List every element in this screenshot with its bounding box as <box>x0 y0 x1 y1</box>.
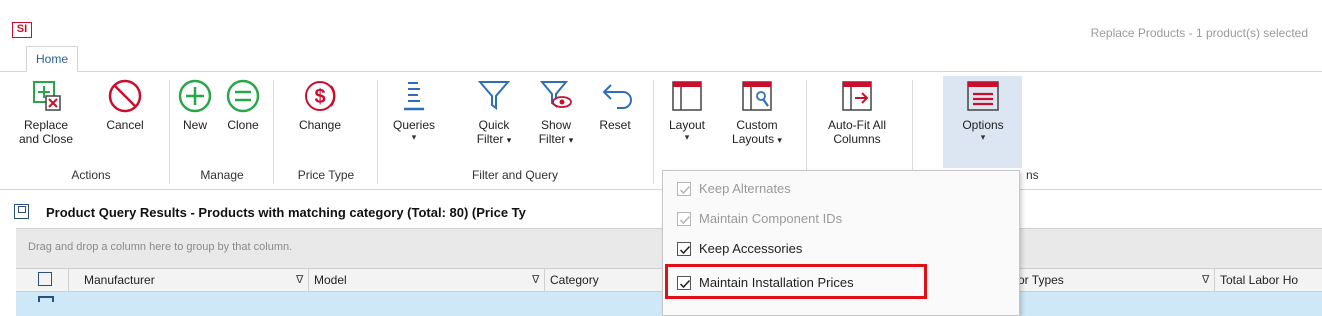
quick-filter-dropdown-icon: ▾ <box>506 135 512 145</box>
window-title: Replace Products - 1 product(s) selected <box>1090 26 1308 40</box>
menu-item-keep-accessories[interactable]: Keep Accessories <box>663 235 1021 263</box>
ribbon-separator <box>169 80 170 184</box>
queries-label: Queries <box>392 118 436 132</box>
layout-label: Layout <box>668 118 706 132</box>
replace-label-1: Replace <box>23 118 69 132</box>
auto-fit-label-2: Columns <box>833 132 881 146</box>
queries-list-icon <box>404 82 424 111</box>
column-chooser-icon[interactable] <box>38 272 52 286</box>
cancel-button[interactable]: Cancel <box>90 78 160 132</box>
column-separator <box>544 269 545 293</box>
column-total-labor-hours[interactable]: Total Labor Ho <box>1220 273 1298 287</box>
ribbon-separator <box>912 80 913 184</box>
ribbon-tab-bar: Home <box>0 46 1322 73</box>
column-separator <box>1214 269 1215 293</box>
show-filter-label-2: Filter <box>538 132 566 146</box>
group-by-hint: Drag and drop a column here to group by … <box>28 241 293 253</box>
layout-button[interactable]: Layout ▾ <box>660 78 714 142</box>
clone-label: Clone <box>227 118 259 132</box>
column-separator <box>68 269 69 293</box>
column-model[interactable]: Model <box>314 273 347 287</box>
ribbon-separator <box>273 80 274 184</box>
column-category[interactable]: Category <box>550 273 599 287</box>
highlight-box <box>665 264 927 299</box>
group-label-options: ns <box>1026 168 1039 182</box>
panel-pin-icon[interactable] <box>14 204 29 219</box>
cancel-icon <box>108 79 142 113</box>
auto-fit-columns-button[interactable]: Auto-Fit All Columns <box>814 78 900 146</box>
show-filter-button[interactable]: Show Filter ▾ <box>528 78 584 147</box>
ribbon: Replace and Close Cancel New Clone $ Cha… <box>0 72 1322 190</box>
replace-and-close-button[interactable]: Replace and Close <box>16 78 76 146</box>
column-manufacturer[interactable]: Manufacturer <box>84 273 155 287</box>
group-label-price-type: Price Type <box>297 168 355 182</box>
title-bar: SI Replace Products - 1 product(s) selec… <box>0 0 1322 40</box>
queries-button[interactable]: Queries ▾ <box>386 78 442 142</box>
queries-dropdown-icon: ▾ <box>411 132 417 142</box>
custom-layouts-dropdown-icon: ▾ <box>777 135 782 145</box>
checkmark-icon <box>679 245 691 255</box>
menu-item-keep-alternates[interactable]: Keep Alternates <box>663 175 1021 203</box>
menu-label-maintain-component-ids: Maintain Component IDs <box>699 211 843 226</box>
svg-text:$: $ <box>314 86 325 108</box>
clone-button[interactable]: Clone <box>220 78 266 132</box>
quick-filter-label-1: Quick <box>478 118 510 132</box>
options-menu-icon <box>967 81 999 111</box>
replace-label-2: and Close <box>18 132 74 146</box>
results-header: Product Query Results - Products with ma… <box>0 201 1322 225</box>
options-button[interactable]: Options ▾ <box>950 78 1016 142</box>
quick-filter-button[interactable]: Quick Filter ▾ <box>466 78 522 147</box>
checkmark-icon <box>679 215 691 225</box>
ribbon-separator <box>806 80 807 184</box>
show-filter-dropdown-icon: ▾ <box>568 135 574 145</box>
custom-layout-wrench-icon <box>742 81 772 111</box>
change-label: Change <box>298 118 342 132</box>
quick-filter-label-2: Filter <box>476 132 504 146</box>
layout-grid-icon <box>672 81 702 111</box>
change-price-type-button[interactable]: $ Change <box>285 78 355 132</box>
equals-circle-icon <box>226 79 260 113</box>
results-title: Product Query Results - Products with ma… <box>46 205 526 220</box>
checkbox-keep-alternates[interactable] <box>677 182 691 196</box>
plus-circle-icon <box>178 79 212 113</box>
checkbox-keep-accessories[interactable] <box>677 242 691 256</box>
tab-home[interactable]: Home <box>26 46 79 73</box>
auto-fit-arrow-icon <box>842 81 872 111</box>
menu-label-keep-alternates: Keep Alternates <box>699 181 791 196</box>
options-label: Options <box>962 118 1004 132</box>
group-label-manage: Manage <box>200 168 244 182</box>
manufacturer-filter-icon[interactable]: ∇ <box>296 273 303 286</box>
undo-arrow-icon <box>602 84 632 109</box>
options-dropdown-icon: ▾ <box>980 132 986 142</box>
ribbon-separator <box>653 80 654 184</box>
ribbon-separator <box>377 80 378 184</box>
reset-label: Reset <box>599 118 631 132</box>
row-indicator-icon <box>38 296 54 302</box>
cancel-label: Cancel <box>106 118 144 132</box>
new-label: New <box>182 118 207 132</box>
menu-item-maintain-component-ids[interactable]: Maintain Component IDs <box>663 205 1021 233</box>
checkbox-maintain-component-ids[interactable] <box>677 212 691 226</box>
column-labor-types[interactable]: or Types <box>1018 273 1064 287</box>
new-button[interactable]: New <box>175 78 215 132</box>
custom-layouts-button[interactable]: Custom Layouts ▾ <box>722 78 792 147</box>
show-filter-label-1: Show <box>540 118 572 132</box>
reset-button[interactable]: Reset <box>590 78 640 132</box>
group-label-actions: Actions <box>71 168 111 182</box>
auto-fit-label-1: Auto-Fit All <box>827 118 887 132</box>
menu-label-keep-accessories: Keep Accessories <box>699 241 803 256</box>
custom-layouts-label-1: Custom <box>736 118 778 132</box>
layout-dropdown-icon: ▾ <box>684 132 690 142</box>
funnel-icon <box>477 81 511 110</box>
checkmark-icon <box>679 185 691 195</box>
replace-icon <box>33 81 61 111</box>
column-separator <box>308 269 309 293</box>
price-dollar-icon: $ <box>305 81 336 111</box>
custom-layouts-label-2: Layouts <box>732 132 775 146</box>
labor-types-filter-icon[interactable]: ∇ <box>1202 273 1209 286</box>
filter-eye-icon <box>539 81 572 108</box>
group-label-filter-query: Filter and Query <box>471 168 559 182</box>
app-logo: SI <box>12 22 32 38</box>
model-filter-icon[interactable]: ∇ <box>532 273 539 286</box>
